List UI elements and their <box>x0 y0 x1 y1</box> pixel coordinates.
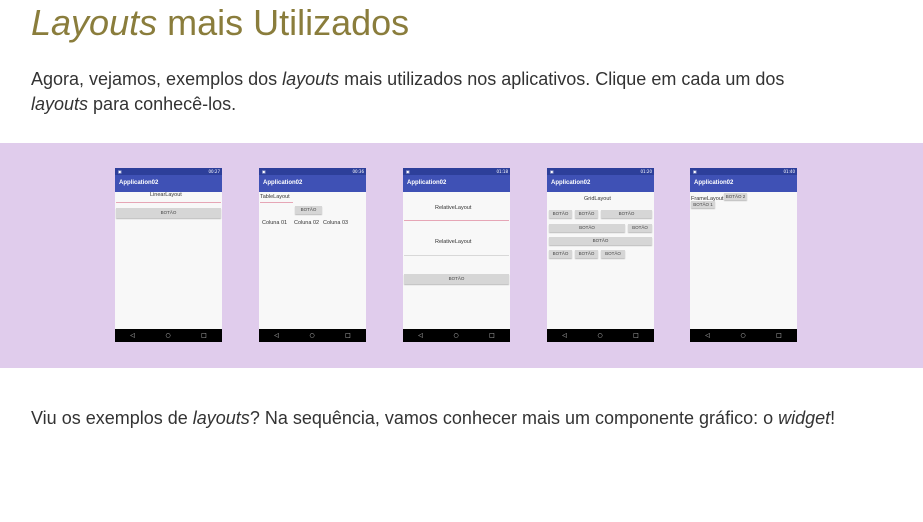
grid-button[interactable]: BOTÃO <box>575 210 598 218</box>
phone-linear-layout[interactable]: ▣ 00:27 Application02 LinearLayout BOTÃO … <box>115 168 222 342</box>
outro-italic-2: widget <box>778 408 831 428</box>
outro-text-3: ! <box>830 408 836 428</box>
intro-text-2: mais utilizados nos aplicativos. Clique … <box>339 69 785 89</box>
intro-text-3: para conhecê-los. <box>88 94 237 114</box>
linear-button[interactable]: BOTÃO <box>116 208 221 218</box>
grid-button[interactable]: BOTÃO <box>601 210 652 218</box>
table-layout-label: TableLayout <box>260 194 290 200</box>
nav-bar: ◁ ○ □ <box>403 329 510 342</box>
status-bar: ▣ 00:27 <box>115 168 222 175</box>
back-icon[interactable]: ◁ <box>705 332 710 339</box>
intro-italic-1: layouts <box>282 69 340 89</box>
table-button[interactable]: BOTÃO <box>295 206 322 214</box>
divider-line <box>260 202 293 203</box>
recent-apps-icon[interactable]: □ <box>776 332 782 339</box>
app-bar-title: Application02 <box>115 175 222 192</box>
back-icon[interactable]: ◁ <box>130 332 135 339</box>
recent-apps-icon[interactable]: □ <box>201 332 207 339</box>
back-icon[interactable]: ◁ <box>562 332 567 339</box>
frame-button-1[interactable]: BOTÃO 1 <box>691 201 715 208</box>
intro-italic-2: layouts <box>31 94 89 114</box>
home-icon[interactable]: ○ <box>165 332 170 339</box>
outro-italic-1: layouts <box>192 408 250 428</box>
table-column-3: Coluna 03 <box>323 220 349 226</box>
recent-apps-icon[interactable]: □ <box>633 332 639 339</box>
notification-icon: ▣ <box>118 169 122 174</box>
intro-paragraph: Agora, vejamos, exemplos dos layouts mai… <box>31 67 891 117</box>
frame-button-2[interactable]: BOTÃO 2 <box>724 193 747 200</box>
notification-icon: ▣ <box>262 169 266 174</box>
home-icon[interactable]: ○ <box>453 332 458 339</box>
back-icon[interactable]: ◁ <box>418 332 423 339</box>
relative-layout-label-2: RelativeLayout <box>435 239 472 245</box>
recent-apps-icon[interactable]: □ <box>489 332 495 339</box>
phone-content: LinearLayout BOTÃO <box>115 192 222 329</box>
table-column-2: Coluna 02 <box>294 220 320 226</box>
status-bar: ▣ 01:40 <box>690 168 797 175</box>
back-icon[interactable]: ◁ <box>274 332 279 339</box>
page-title: Layouts mais Utilizados <box>31 2 409 44</box>
grid-button[interactable]: BOTÃO <box>549 224 625 232</box>
status-time: 00:27 <box>208 169 220 174</box>
phone-relative-layout[interactable]: ▣ 01:18 Application02 RelativeLayout Rela… <box>403 168 510 342</box>
notification-icon: ▣ <box>693 169 697 174</box>
app-bar-title: Application02 <box>403 175 510 192</box>
status-bar: ▣ 01:20 <box>547 168 654 175</box>
outro-text-1: Viu os exemplos de <box>31 408 193 428</box>
nav-bar: ◁ ○ □ <box>547 329 654 342</box>
grid-button[interactable]: BOTÃO <box>601 250 625 258</box>
divider-line <box>404 255 509 256</box>
page-title-rest: mais Utilizados <box>157 2 410 43</box>
grid-layout-label: GridLayout <box>584 196 611 202</box>
status-bar: ▣ 00:36 <box>259 168 366 175</box>
status-time: 01:18 <box>496 169 508 174</box>
notification-icon: ▣ <box>550 169 554 174</box>
divider-line <box>116 202 221 203</box>
phone-frame-layout[interactable]: ▣ 01:40 Application02 FrameLayout BOTÃO 2… <box>690 168 797 342</box>
relative-layout-label-1: RelativeLayout <box>435 205 472 211</box>
linear-layout-label: LinearLayout <box>150 192 182 198</box>
app-bar-title: Application02 <box>259 175 366 192</box>
intro-text-1: Agora, vejamos, exemplos dos <box>31 69 283 89</box>
outro-paragraph: Viu os exemplos de layouts? Na sequência… <box>31 406 835 431</box>
status-time: 01:40 <box>783 169 795 174</box>
page-title-italic: Layouts <box>31 2 158 43</box>
outro-text-2: ? Na sequência, vamos conhecer mais um c… <box>249 408 779 428</box>
phone-content: RelativeLayout RelativeLayout BOTÃO <box>403 192 510 329</box>
grid-button[interactable]: BOTÃO <box>549 210 572 218</box>
phone-grid-layout[interactable]: ▣ 01:20 Application02 GridLayout BOTÃO BO… <box>547 168 654 342</box>
nav-bar: ◁ ○ □ <box>115 329 222 342</box>
nav-bar: ◁ ○ □ <box>259 329 366 342</box>
divider-line <box>404 220 509 221</box>
recent-apps-icon[interactable]: □ <box>345 332 351 339</box>
home-icon[interactable]: ○ <box>740 332 745 339</box>
phone-table-layout[interactable]: ▣ 00:36 Application02 TableLayout BOTÃO C… <box>259 168 366 342</box>
grid-button[interactable]: BOTÃO <box>628 224 652 232</box>
grid-button[interactable]: BOTÃO <box>549 237 652 245</box>
home-icon[interactable]: ○ <box>597 332 602 339</box>
notification-icon: ▣ <box>406 169 410 174</box>
app-bar-title: Application02 <box>690 175 797 192</box>
status-time: 00:36 <box>352 169 364 174</box>
table-column-1: Coluna 01 <box>262 220 288 226</box>
home-icon[interactable]: ○ <box>309 332 314 339</box>
phone-content: FrameLayout BOTÃO 2 BOTÃO 1 <box>690 192 797 329</box>
app-bar-title: Application02 <box>547 175 654 192</box>
phone-content: GridLayout BOTÃO BOTÃO BOTÃO BOTÃO BOTÃO… <box>547 192 654 329</box>
relative-button[interactable]: BOTÃO <box>404 274 509 284</box>
layouts-gallery: ▣ 00:27 Application02 LinearLayout BOTÃO … <box>0 143 923 368</box>
status-bar: ▣ 01:18 <box>403 168 510 175</box>
status-time: 01:20 <box>640 169 652 174</box>
grid-button[interactable]: BOTÃO <box>549 250 572 258</box>
phone-content: TableLayout BOTÃO Coluna 01 Coluna 02 Co… <box>259 192 366 329</box>
nav-bar: ◁ ○ □ <box>690 329 797 342</box>
grid-button[interactable]: BOTÃO <box>575 250 598 258</box>
